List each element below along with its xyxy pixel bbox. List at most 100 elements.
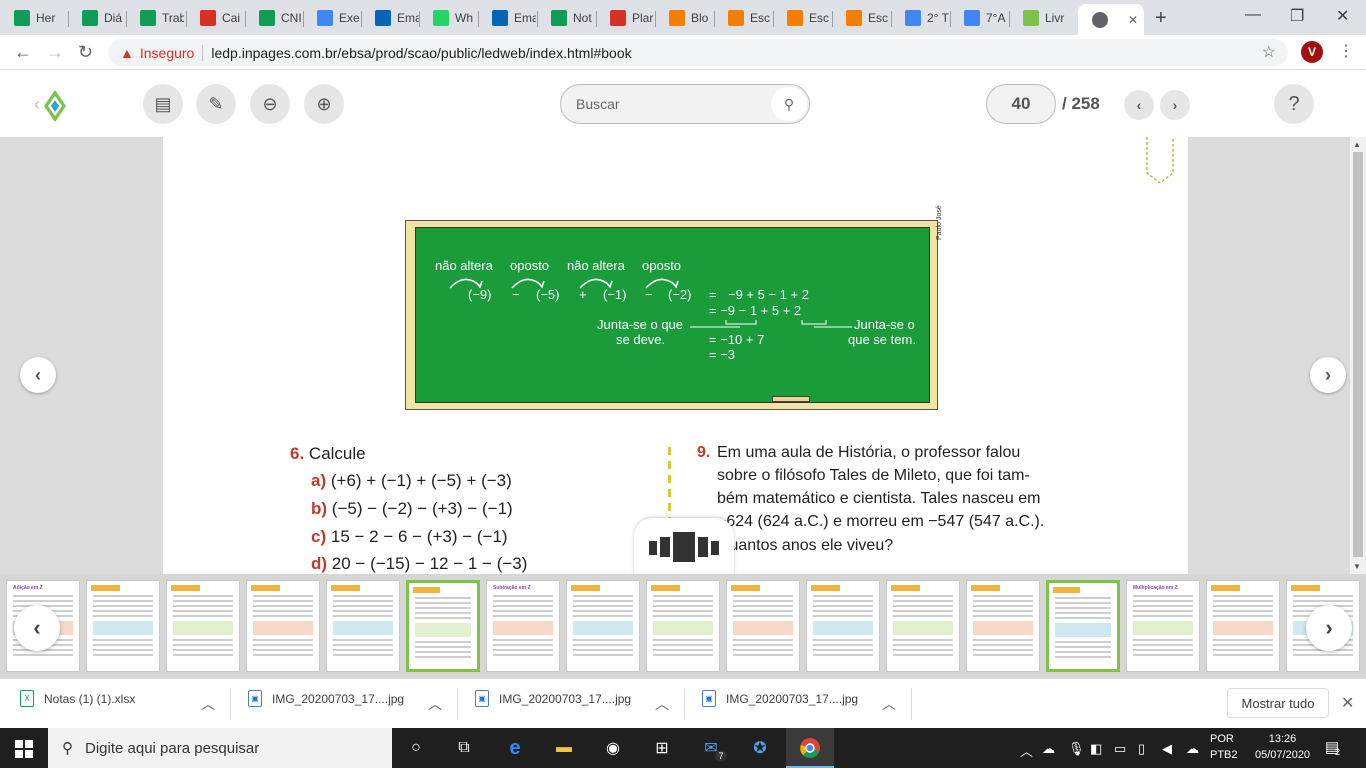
chevron-up-icon[interactable]: ︿ — [882, 694, 896, 714]
next-page-arrow-icon[interactable]: › — [1310, 357, 1346, 393]
page-thumbnail[interactable] — [726, 580, 800, 672]
browser-tab-active[interactable]: ✕ — [1078, 4, 1144, 35]
browser-tab[interactable]: Esc — [832, 4, 890, 32]
chevron-up-icon[interactable]: ︿ — [428, 694, 442, 714]
tray-app-icon[interactable]: ◧ — [1090, 741, 1102, 757]
onedrive-icon[interactable]: ☁ — [1186, 741, 1199, 757]
prev-page-icon[interactable]: ‹ — [1124, 90, 1154, 120]
menu-icon[interactable]: ⋮ — [1338, 41, 1354, 61]
book-search-field[interactable]: Buscar ⚲ — [560, 84, 810, 124]
display-icon[interactable]: ▭ — [1114, 741, 1126, 757]
show-all-downloads-button[interactable]: Mostrar tudo — [1227, 688, 1329, 718]
browser-tab[interactable]: Not — [537, 4, 595, 32]
browser-tab[interactable]: 2° T — [891, 4, 949, 32]
page-bookmark-icon[interactable] — [1145, 137, 1175, 183]
download-item[interactable]: ▣ IMG_20200703_17....jpg — [475, 690, 631, 707]
page-thumbnail[interactable] — [86, 580, 160, 672]
profile-avatar[interactable]: V — [1301, 41, 1323, 63]
back-icon[interactable]: ← — [14, 42, 32, 63]
prev-page-arrow-icon[interactable]: ‹ — [20, 357, 56, 393]
zoom-in-icon[interactable]: ⊕ — [304, 84, 344, 124]
page-thumbnail[interactable] — [806, 580, 880, 672]
insecure-indicator[interactable]: ▲ Inseguro — [108, 45, 194, 61]
microphone-icon[interactable]: 🎙 — [1068, 741, 1085, 757]
new-tab-button[interactable]: + — [1155, 7, 1167, 30]
download-item[interactable]: X Notas (1) (1).xlsx — [20, 690, 135, 707]
notifications-icon[interactable]: ▤ 2 — [1325, 738, 1340, 757]
thumbnails-icon — [649, 532, 719, 562]
browser-tab[interactable]: Cai — [186, 4, 244, 32]
browser-tab[interactable]: Exe — [303, 4, 361, 32]
battery-icon[interactable]: ▯ — [1138, 741, 1145, 757]
download-item[interactable]: ▣ IMG_20200703_17....jpg — [248, 690, 404, 707]
browser-tab[interactable]: Blo — [655, 4, 713, 32]
page-thumbnail[interactable] — [646, 580, 720, 672]
help-icon[interactable]: ? — [1274, 84, 1314, 124]
page-thumbnail[interactable] — [1046, 580, 1120, 672]
scrollbar-thumb[interactable] — [1353, 152, 1363, 557]
browser-tab[interactable]: Her — [0, 4, 68, 32]
strip-prev-icon[interactable]: ‹ — [14, 605, 60, 651]
browser-tab[interactable]: Esc — [773, 4, 831, 32]
edge-icon[interactable]: e — [503, 736, 527, 760]
mail-icon[interactable]: ✉ 7 — [699, 736, 727, 762]
page-thumbnail[interactable] — [246, 580, 320, 672]
browser-tab[interactable]: CNI — [245, 4, 303, 32]
maximize-button[interactable]: ❐ — [1290, 6, 1304, 26]
tools-icon[interactable]: ✎ — [196, 84, 236, 124]
taskbar-search[interactable]: ⚲ Digite aqui para pesquisar — [48, 728, 392, 768]
scroll-up-icon[interactable]: ▲ — [1353, 140, 1361, 149]
omnibox[interactable]: ▲ Inseguro ledp.inpages.com.br/ebsa/prod/… — [108, 39, 1288, 66]
page-thumbnail[interactable] — [166, 580, 240, 672]
browser-tab[interactable]: Esc — [714, 4, 772, 32]
language-indicator[interactable]: POR PTB2 — [1210, 731, 1238, 763]
network-alert-icon[interactable]: ☁ — [1042, 741, 1055, 757]
url-text[interactable]: ledp.inpages.com.br/ebsa/prod/scao/publi… — [211, 45, 631, 61]
page-thumbnail[interactable]: Multiplicação em Z — [1126, 580, 1200, 672]
download-item[interactable]: ▣ IMG_20200703_17....jpg — [702, 690, 858, 707]
search-icon[interactable]: ⚲ — [771, 87, 807, 121]
browser-tab[interactable]: Wh — [419, 4, 477, 32]
bookmark-star-icon[interactable]: ☆ — [1262, 42, 1276, 62]
obs-icon[interactable]: ◉ — [601, 736, 625, 760]
reload-icon[interactable]: ↻ — [78, 42, 93, 63]
windows-start-icon[interactable] — [12, 737, 36, 761]
page-thumbnail[interactable] — [886, 580, 960, 672]
browser-tab[interactable]: Ema — [478, 4, 536, 32]
browser-tab[interactable]: Diá — [68, 4, 126, 32]
browser-tab[interactable]: Trab — [126, 4, 184, 32]
chevron-up-icon[interactable]: ︿ — [655, 694, 669, 714]
page-thumbnail[interactable] — [406, 580, 480, 672]
file-explorer-icon[interactable]: ▬ — [552, 736, 576, 760]
thumbnail-strip-toggle[interactable] — [634, 518, 734, 576]
page-thumbnail[interactable] — [566, 580, 640, 672]
scroll-down-icon[interactable]: ▼ — [1353, 562, 1361, 571]
thumbnail-header — [971, 585, 1000, 591]
clock[interactable]: 13:26 05/07/2020 — [1255, 731, 1310, 763]
show-hidden-icons[interactable]: ︿ — [1020, 741, 1033, 760]
minimize-button[interactable]: — — [1245, 6, 1261, 24]
browser-tab[interactable]: Plar — [596, 4, 654, 32]
page-thumbnail[interactable] — [1206, 580, 1280, 672]
browser-tab[interactable]: 7°A — [950, 4, 1008, 32]
cortana-icon[interactable]: ○ — [404, 736, 428, 760]
zoom-out-icon[interactable]: ⊖ — [250, 84, 290, 124]
chevron-up-icon[interactable]: ︿ — [201, 694, 215, 714]
page-thumbnail[interactable] — [966, 580, 1040, 672]
forward-icon[interactable]: → — [46, 42, 64, 63]
strip-next-icon[interactable]: › — [1306, 605, 1352, 651]
next-page-icon[interactable]: › — [1160, 90, 1190, 120]
close-downloads-icon[interactable]: ✕ — [1341, 693, 1354, 713]
page-number-input[interactable]: 40 — [986, 84, 1056, 124]
close-tab-icon[interactable]: ✕ — [1128, 13, 1138, 27]
store-icon[interactable]: ⊞ — [650, 736, 674, 760]
page-thumbnail[interactable] — [326, 580, 400, 672]
pages-icon[interactable]: ▤ — [143, 84, 183, 124]
close-window-button[interactable]: ✕ — [1336, 6, 1349, 26]
page-thumbnail[interactable]: Subtração em Z — [486, 580, 560, 672]
browser-tab[interactable]: Livr — [1009, 4, 1067, 32]
task-view-icon[interactable]: ⧉ — [452, 736, 476, 760]
browser-tab[interactable]: Ema — [361, 4, 419, 32]
volume-icon[interactable]: ◀ — [1162, 741, 1172, 757]
safari-icon[interactable]: ✪ — [748, 736, 772, 760]
